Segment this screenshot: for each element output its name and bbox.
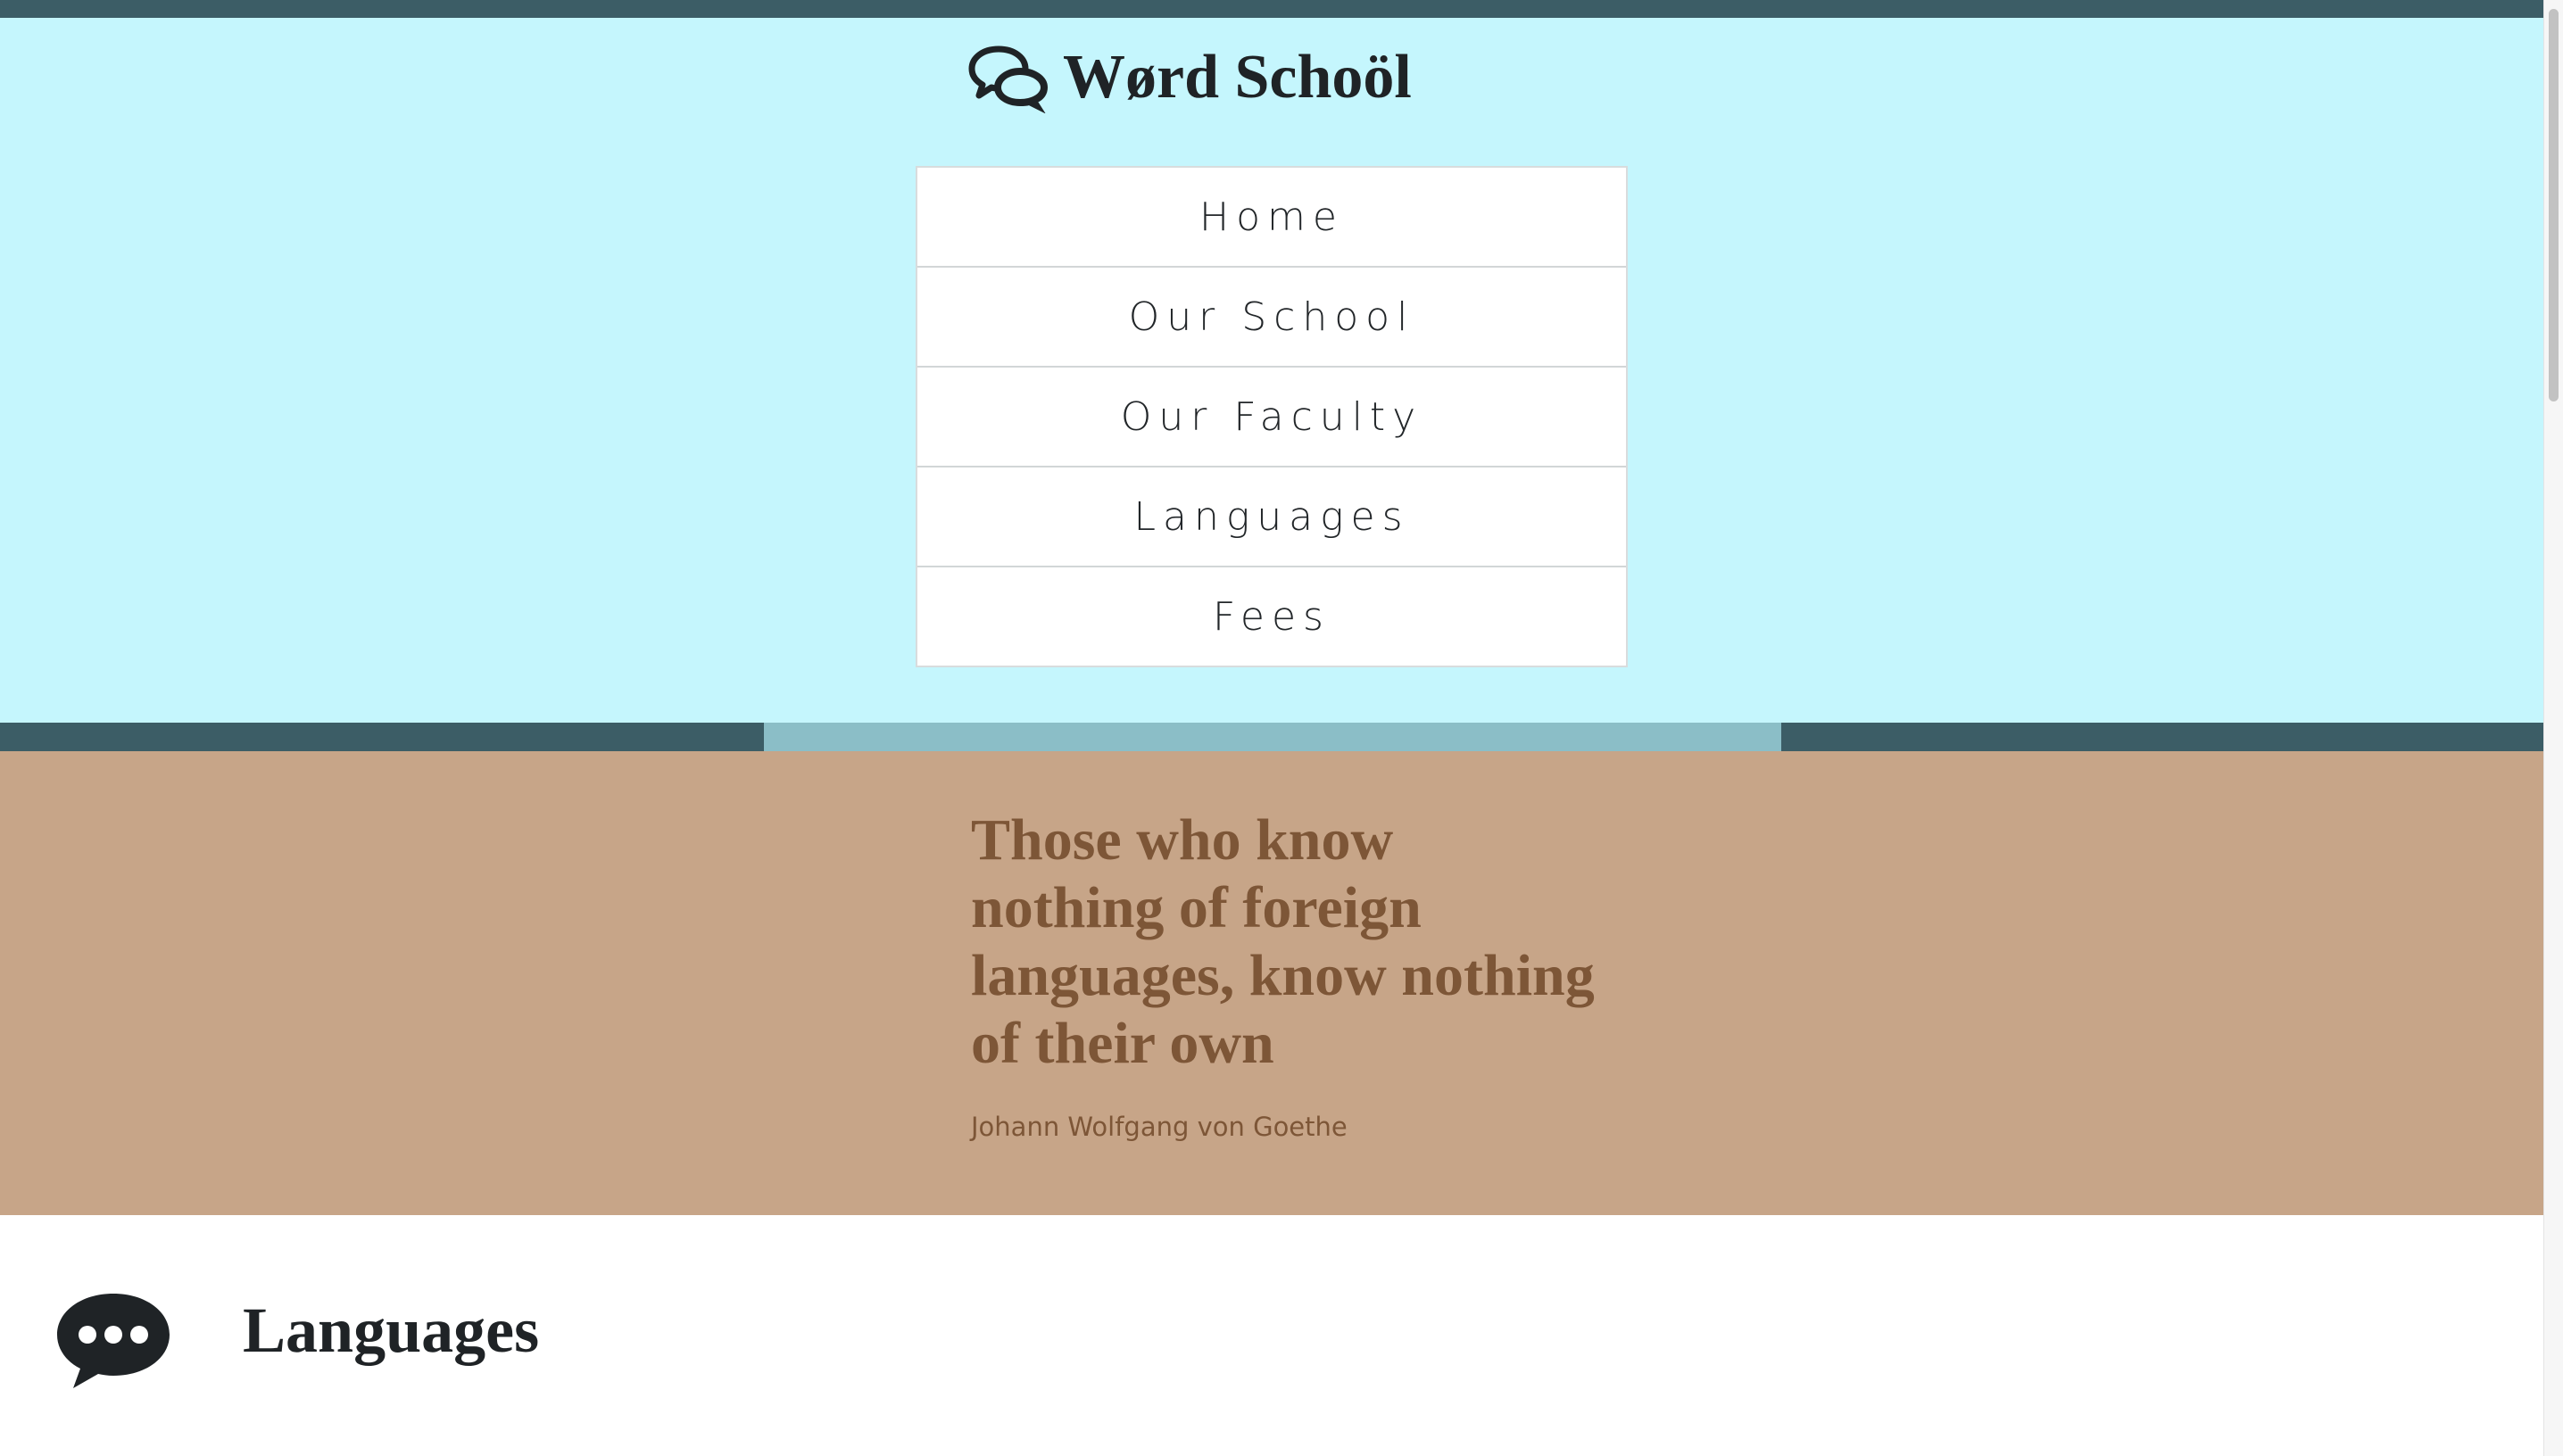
quote-author: Johann Wolfgang von Goethe	[971, 1112, 1348, 1142]
nav-item-our-faculty[interactable]: Our Faculty	[917, 368, 1626, 467]
main-nav: Home Our School Our Faculty Languages Fe…	[916, 166, 1628, 667]
speech-bubbles-icon	[968, 46, 1049, 113]
languages-section: Languages	[0, 1215, 2543, 1456]
site-header: Wørd Schoöl Home Our School Our Faculty …	[0, 18, 2543, 723]
nav-item-home[interactable]: Home	[917, 168, 1626, 268]
scrollbar-thumb[interactable]	[2549, 9, 2559, 401]
top-accent-strip	[0, 0, 2543, 18]
vertical-scrollbar[interactable]	[2543, 0, 2563, 1456]
section-title: Languages	[243, 1295, 540, 1366]
speech-bubble-ellipsis-icon	[57, 1294, 170, 1388]
site-logo[interactable]: Wørd Schoöl	[968, 29, 1412, 127]
nav-item-our-school[interactable]: Our School	[917, 268, 1626, 368]
quote-text: Those who know nothing of foreign langua…	[971, 807, 1595, 1076]
page-viewport: Wørd Schoöl Home Our School Our Faculty …	[0, 0, 2543, 1456]
site-title: Wørd Schoöl	[1063, 43, 1412, 112]
divider-highlight	[764, 723, 1781, 751]
header-divider	[0, 723, 2543, 751]
quote-section: Those who know nothing of foreign langua…	[0, 751, 2543, 1215]
nav-item-fees[interactable]: Fees	[917, 567, 1626, 666]
nav-item-languages[interactable]: Languages	[917, 467, 1626, 567]
